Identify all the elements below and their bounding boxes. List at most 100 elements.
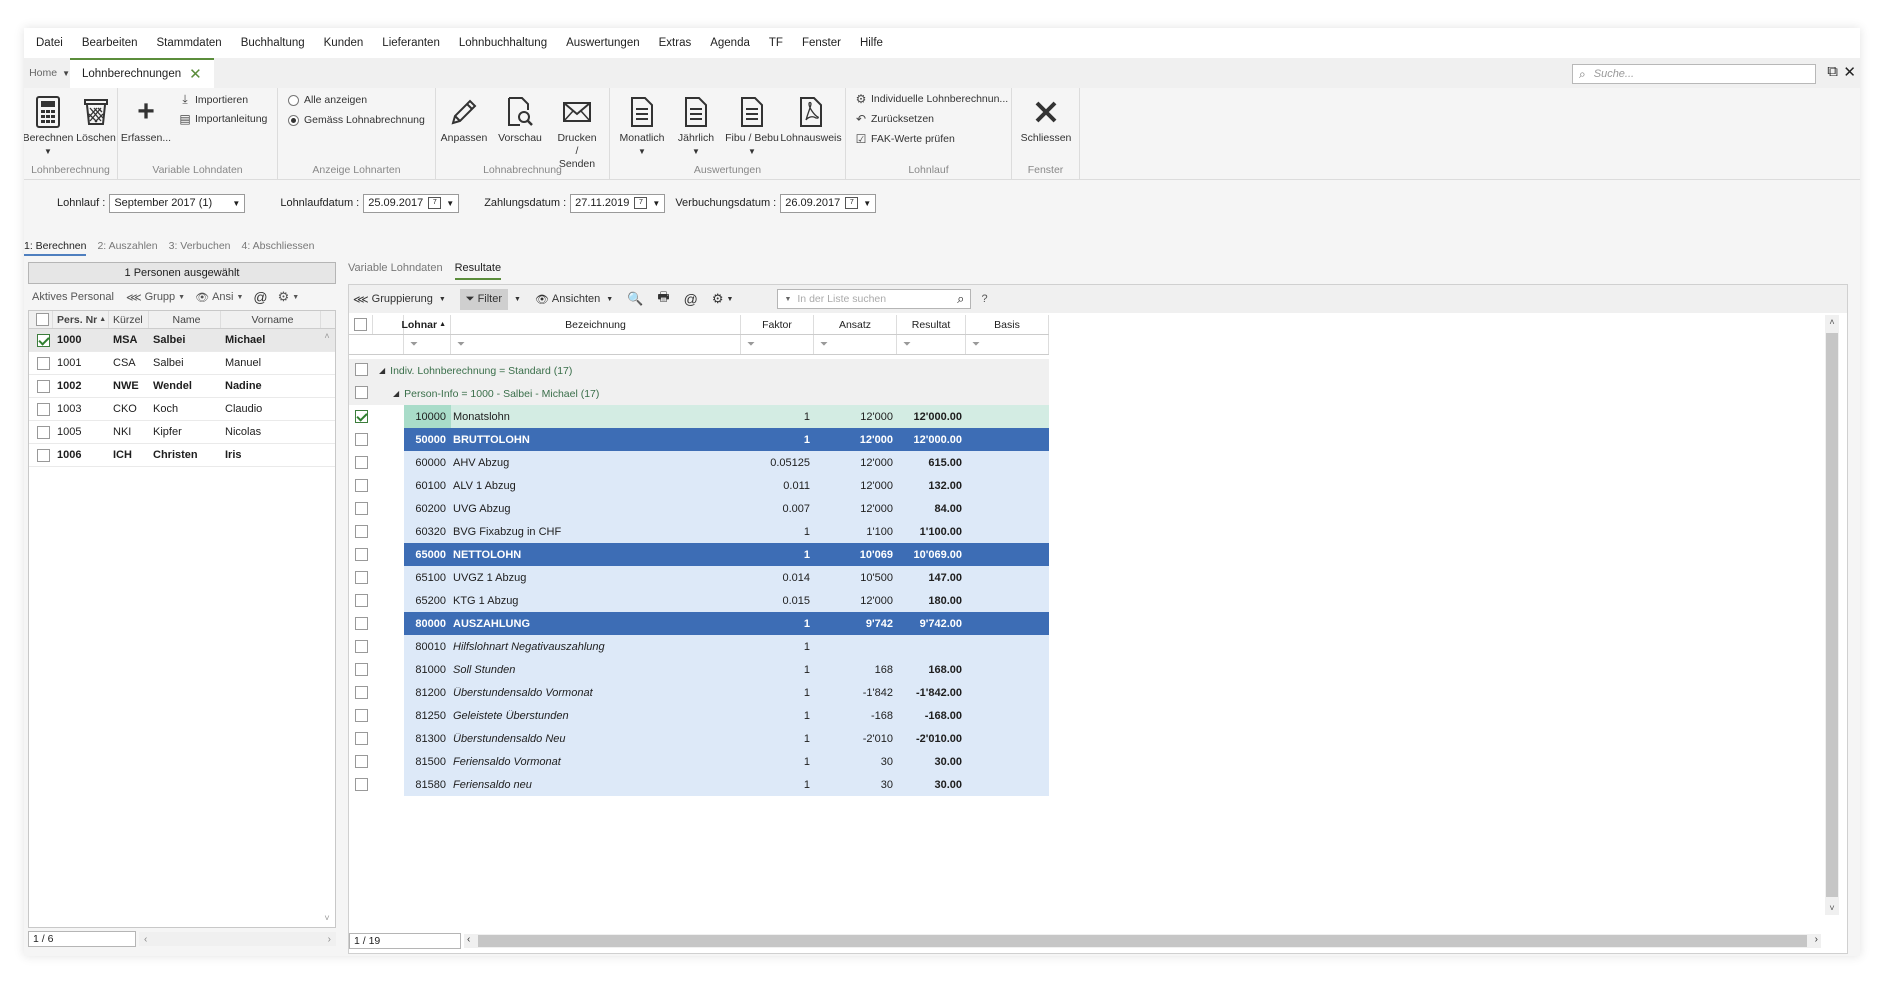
chevron-down-icon[interactable]: ˅ [1825,903,1839,913]
menu-buchhaltung[interactable]: Buchhaltung [241,37,305,49]
filter-button[interactable]: ⏷ Filter [459,288,509,310]
step-abschliessen[interactable]: 4: Abschliessen [242,240,315,256]
group-row-person[interactable]: ◢ Person-Info = 1000 - Salbei - Michael … [349,382,1049,405]
ansichten-button[interactable]: 👁 Ansichten ▼ [535,293,613,306]
tab-home[interactable]: ▼ Home [24,67,70,79]
radio-gemaess-lohnabrechnung[interactable]: Gemäss Lohnabrechnung [288,114,425,126]
chevron-left-icon[interactable]: ‹ [467,934,470,945]
close-tab-icon[interactable]: ✕ [189,65,202,83]
chevron-down-icon[interactable]: ˅ [321,913,333,923]
close-window-icon[interactable]: ✕ [1843,63,1856,81]
tab-resultate[interactable]: Resultate [454,262,502,280]
checkbox-checked-icon[interactable] [36,333,50,347]
checkbox-icon[interactable] [355,479,368,492]
gear-icon[interactable]: ⚙ ▼ [278,289,300,305]
gear-icon[interactable]: ⚙ ▼ [712,291,734,307]
checkbox-icon[interactable] [355,571,368,584]
checkbox-icon[interactable] [355,502,368,515]
checkbox-icon[interactable] [355,385,368,399]
checkbox-icon[interactable] [355,433,368,446]
scroll-thumb[interactable] [1826,333,1838,897]
menu-auswertungen[interactable]: Auswertungen [566,37,640,49]
chevron-down-icon[interactable]: ▼ [446,199,454,208]
filter-icon[interactable]: ⏷ [404,335,451,354]
results-horizontal-scrollbar[interactable]: ‹ › [464,934,1821,948]
filter-icon[interactable]: ⏷ [966,335,1049,354]
checkbox-icon[interactable] [355,525,368,538]
table-row[interactable]: 50000 BRUTTOLOHN 1 12'000 12'000.00 [349,428,1049,451]
calendar-icon[interactable]: 7 [634,197,648,209]
checkbox-icon[interactable] [355,548,368,561]
gruppierung-button[interactable]: ⋘ Gruppierung ▼ [353,293,446,306]
menu-stammdaten[interactable]: Stammdaten [156,37,221,49]
schliessen-button[interactable]: Schliessen [1018,92,1074,145]
global-search-input[interactable]: ⌕ Suche... [1572,64,1816,84]
calendar-icon[interactable]: 7 [428,197,442,209]
checkbox-icon[interactable] [36,379,50,393]
table-row[interactable]: 80010 Hilfslohnart Negativauszahlung 1 [349,635,1049,658]
table-row[interactable]: 65000 NETTOLOHN 1 10'069 10'069.00 [349,543,1049,566]
table-row[interactable]: 10000 Monatslohn 1 12'000 12'000.00 [349,405,1049,428]
checkbox-icon[interactable] [36,356,50,370]
table-row[interactable]: 1005 NKI Kipfer Nicolas [29,421,335,444]
table-row[interactable]: 60200 UVG Abzug 0.007 12'000 84.00 [349,497,1049,520]
checkbox-icon[interactable] [355,362,368,376]
checkbox-icon[interactable] [355,732,368,745]
checkbox-icon[interactable] [355,709,368,722]
checkbox-icon[interactable] [355,617,368,630]
chevron-down-icon[interactable]: ▼ [863,199,871,208]
checkbox-icon[interactable] [355,755,368,768]
verbuchungsdatum-field[interactable]: 26.09.2017 7 ▼ [780,193,877,213]
menu-lohnbuchhaltung[interactable]: Lohnbuchhaltung [459,37,547,49]
lohnlauf-select[interactable]: September 2017 (1) ▼ [109,193,246,213]
calendar-icon[interactable]: 7 [845,197,859,209]
table-row[interactable]: 65200 KTG 1 Abzug 0.015 12'000 180.00 [349,589,1049,612]
col-vorname[interactable]: Vorname [221,311,321,328]
table-row[interactable]: 60320 BVG Fixabzug in CHF 1 1'100 1'100.00 [349,520,1049,543]
filter-icon[interactable]: ⏷ [897,335,966,354]
email-icon[interactable]: @ [684,291,698,307]
loeschen-button[interactable]: Löschen [76,92,116,145]
checkbox-icon[interactable] [355,778,368,791]
fak-werte-pruefen-button[interactable]: ☑ FAK-Werte prüfen [854,132,955,146]
search-icon[interactable]: ⌕ [957,291,964,307]
berechnen-button[interactable]: Berechnen ▼ [24,92,76,156]
personal-horizontal-scrollbar[interactable]: ‹ › [139,932,336,946]
col-faktor[interactable]: Faktor [741,315,814,334]
email-icon[interactable]: @ [253,289,267,305]
print-icon[interactable]: 🖶 [657,288,669,310]
list-search-input[interactable]: ▼ In der Liste suchen ⌕ [777,289,972,309]
group-row-indiv[interactable]: ◢ Indiv. Lohnberechnung = Standard (17) [349,359,1049,382]
table-row[interactable]: 1002 NWE Wendel Nadine [29,375,335,398]
col-name[interactable]: Name [149,311,221,328]
zahlungsdatum-field[interactable]: 27.11.2019 7 ▼ [570,193,666,213]
table-row[interactable]: 60100 ALV 1 Abzug 0.011 12'000 132.00 [349,474,1049,497]
preview-icon[interactable]: 🔍 [627,291,643,307]
table-row[interactable]: 81580 Feriensaldo neu 1 30 30.00 [349,773,1049,796]
filter-icon[interactable]: ⏷ [741,335,814,354]
fibu-bebu-button[interactable]: Fibu / Bebu ▼ [724,92,780,156]
checkbox-icon[interactable] [355,663,368,676]
chevron-down-icon[interactable]: ▼ [62,69,70,78]
tab-lohnberechnungen[interactable]: Lohnberechnungen ✕ [70,58,214,88]
checkbox-icon[interactable] [36,425,50,439]
table-row[interactable]: 1001 CSA Salbei Manuel [29,352,335,375]
chevron-down-icon[interactable]: ▼ [514,296,521,303]
col-bezeichnung[interactable]: Bezeichnung [451,315,741,334]
restore-window-icon[interactable]: ⧉ [1827,63,1838,80]
table-row[interactable]: 60000 AHV Abzug 0.05125 12'000 615.00 [349,451,1049,474]
lohnausweis-button[interactable]: Lohnausweis [780,92,842,145]
col-ansatz[interactable]: Ansatz [814,315,897,334]
col-resultat[interactable]: Resultat [897,315,966,334]
monatlich-button[interactable]: Monatlich ▼ [614,92,670,156]
checkbox-checked-icon[interactable] [355,410,368,423]
chevron-down-icon[interactable]: ▼ [784,296,791,303]
menu-extras[interactable]: Extras [659,37,692,49]
table-row[interactable]: 81300 Überstundensaldo Neu 1 -2'010 -2'010.0… [349,727,1049,750]
table-row[interactable]: 1000 MSA Salbei Michael [29,329,335,352]
table-row[interactable]: 65100 UVGZ 1 Abzug 0.014 10'500 147.00 [349,566,1049,589]
menu-hilfe[interactable]: Hilfe [860,37,883,49]
scroll-thumb[interactable] [478,935,1807,947]
results-vertical-scrollbar[interactable]: ˄ ˅ [1825,315,1839,915]
importieren-button[interactable]: ⤓ Importieren [178,92,248,107]
